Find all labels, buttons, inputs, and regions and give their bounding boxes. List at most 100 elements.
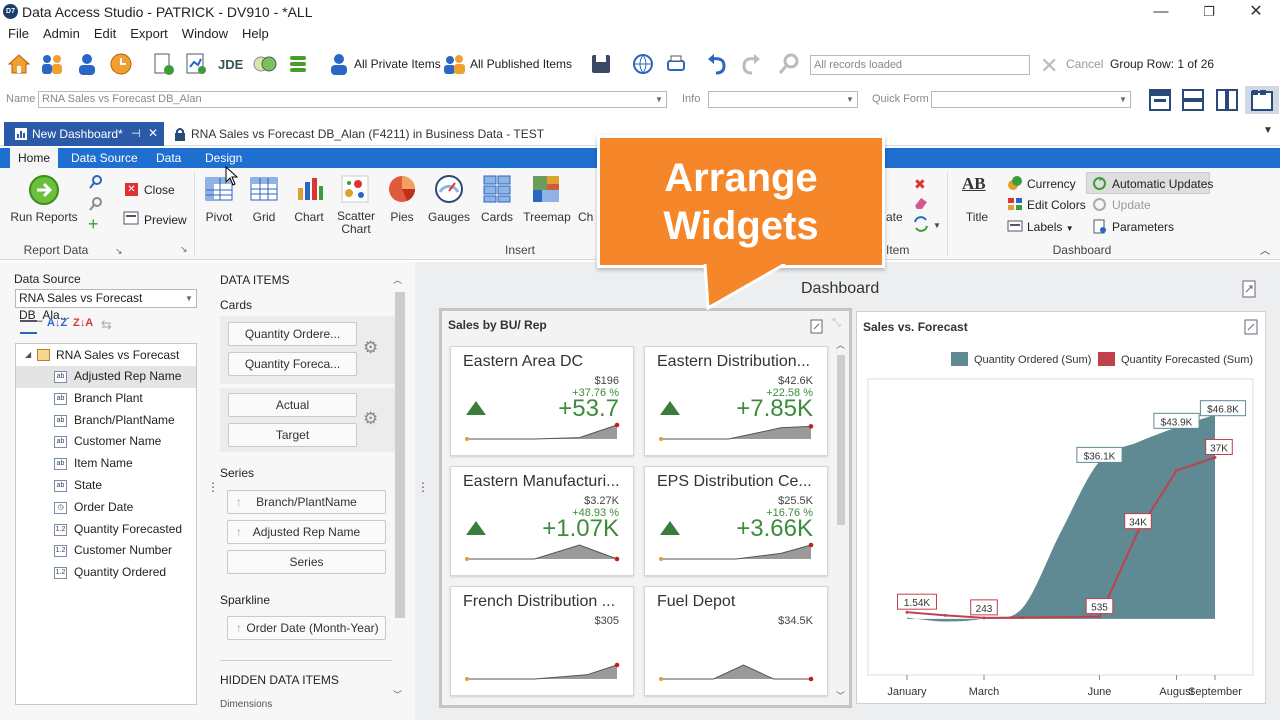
key-icon[interactable] bbox=[88, 175, 102, 189]
field-item[interactable]: ab Branch/PlantName bbox=[16, 410, 196, 432]
scrollbar-thumb[interactable] bbox=[395, 292, 405, 618]
field-item[interactable]: 1.2 Quantity Ordered bbox=[16, 562, 196, 584]
kpi-card[interactable]: EPS Distribution Ce... $25.5K +16.76 % +3.6… bbox=[644, 466, 828, 576]
print-icon[interactable] bbox=[663, 51, 689, 77]
kpi-card[interactable]: French Distribution ... $305 bbox=[450, 586, 634, 696]
tab-design[interactable]: Design bbox=[197, 148, 250, 168]
automatic-updates-button[interactable]: Automatic Updates bbox=[1112, 177, 1213, 191]
tab-data[interactable]: Data bbox=[148, 148, 189, 168]
collapse-ribbon-icon[interactable]: ︿ bbox=[1260, 242, 1270, 257]
layout-top-icon[interactable] bbox=[1147, 88, 1173, 112]
title-button[interactable]: Title bbox=[958, 210, 996, 224]
collapse-all-icon[interactable] bbox=[20, 320, 37, 334]
preview-button[interactable]: Preview bbox=[144, 213, 187, 227]
parameters-icon[interactable] bbox=[1092, 219, 1107, 234]
chart-widget[interactable]: Sales vs. Forecast $36.1K $43.9K $46.8K 1.5… bbox=[856, 311, 1266, 704]
currency-icon[interactable] bbox=[1007, 175, 1023, 191]
maximize-icon[interactable]: ⤡ bbox=[832, 317, 841, 330]
scatter-chart-icon[interactable] bbox=[340, 174, 370, 204]
data-items-scrollbar[interactable]: ︿ ﹀ bbox=[393, 275, 407, 701]
series-item-branch-plant[interactable]: ↑ Branch/PlantName bbox=[227, 490, 386, 514]
labels-icon[interactable] bbox=[1007, 219, 1023, 233]
treemap-icon[interactable] bbox=[531, 174, 561, 204]
parameters-button[interactable]: Parameters bbox=[1112, 220, 1174, 234]
pies-icon[interactable] bbox=[387, 174, 417, 204]
sort-icon[interactable]: ↑ bbox=[236, 617, 242, 639]
jde-icon[interactable]: JDE bbox=[218, 57, 243, 72]
menu-export[interactable]: Export bbox=[130, 24, 168, 44]
title-icon[interactable]: AB bbox=[962, 174, 986, 194]
treemap-button[interactable]: Treemap bbox=[522, 210, 572, 224]
user-icon[interactable] bbox=[74, 51, 100, 77]
export-icon[interactable] bbox=[1241, 280, 1257, 298]
cards-button[interactable]: Cards bbox=[474, 210, 520, 224]
menu-window[interactable]: Window bbox=[182, 24, 228, 44]
field-item[interactable]: 1.2 Customer Number bbox=[16, 540, 196, 562]
layout-vertical-icon[interactable] bbox=[1214, 88, 1240, 112]
actual-item[interactable]: Actual bbox=[228, 393, 357, 417]
sort-descending-icon[interactable]: Z↓A bbox=[73, 317, 93, 329]
all-private-items-button[interactable]: All Private Items bbox=[354, 57, 441, 71]
field-item[interactable]: ab Branch Plant bbox=[16, 388, 196, 410]
close-button[interactable]: Close bbox=[144, 183, 175, 197]
cards-widget[interactable]: Sales by BU/ Rep ⤡ ︿ ﹀ Eastern Area DC $1… bbox=[439, 308, 852, 708]
add-icon[interactable]: + bbox=[88, 215, 99, 233]
tabs-dropdown-icon[interactable]: ▼ bbox=[1263, 125, 1273, 136]
field-item[interactable]: ab Adjusted Rep Name bbox=[16, 366, 196, 388]
convert-icon[interactable] bbox=[912, 216, 930, 232]
expand-icon[interactable]: ↘ bbox=[180, 244, 188, 255]
series-item-series[interactable]: Series bbox=[227, 550, 386, 574]
chart-icon[interactable] bbox=[294, 174, 324, 204]
close-icon[interactable]: ✕ bbox=[125, 183, 138, 196]
toggle-icon[interactable] bbox=[252, 51, 278, 77]
automatic-updates-icon[interactable] bbox=[1092, 176, 1107, 191]
scroll-up-icon[interactable]: ︿ bbox=[393, 273, 402, 286]
close-window-button[interactable]: ✕ bbox=[1243, 2, 1269, 22]
field-item[interactable]: ab Item Name bbox=[16, 453, 196, 475]
new-report-icon[interactable] bbox=[150, 51, 176, 77]
edit-colors-icon[interactable] bbox=[1007, 197, 1023, 211]
kpi-card[interactable]: Eastern Area DC $196 +37.76 % +53.7 bbox=[450, 346, 634, 456]
menu-help[interactable]: Help bbox=[242, 24, 269, 44]
scroll-down-icon[interactable]: ﹀ bbox=[393, 688, 402, 701]
target-item[interactable]: Target bbox=[228, 423, 357, 447]
close-icon[interactable]: ✕ bbox=[148, 126, 158, 140]
gauges-button[interactable]: Gauges bbox=[424, 210, 474, 224]
chevron-down-icon[interactable]: ▼ bbox=[1117, 93, 1129, 106]
chart-button[interactable]: Chart bbox=[286, 210, 332, 224]
card-item-quantity-ordered[interactable]: Quantity Ordere... bbox=[228, 322, 357, 346]
splitter-handle-icon[interactable]: ⋮ bbox=[417, 480, 429, 494]
grid-icon[interactable] bbox=[249, 174, 279, 204]
published-users-icon[interactable] bbox=[442, 51, 468, 77]
gear-icon[interactable]: ⚙ bbox=[363, 409, 378, 429]
scrollbar-thumb[interactable] bbox=[837, 355, 845, 525]
delete-icon[interactable]: ✖ bbox=[914, 176, 926, 193]
pin-icon[interactable]: ⊣ bbox=[131, 127, 141, 140]
currency-button[interactable]: Currency bbox=[1027, 177, 1076, 191]
globe-icon[interactable] bbox=[630, 51, 656, 77]
edit-colors-button[interactable]: Edit Colors bbox=[1027, 198, 1086, 212]
menu-file[interactable]: File bbox=[8, 24, 29, 44]
labels-button[interactable]: Labels ▼ bbox=[1027, 220, 1074, 234]
info-field[interactable]: ▼ bbox=[708, 91, 858, 108]
chart-report-icon[interactable] bbox=[183, 51, 209, 77]
kpi-card[interactable]: Eastern Distribution... $42.6K +22.58 % +7.… bbox=[644, 346, 828, 456]
tab-new-dashboard[interactable]: New Dashboard* ⊣ ✕ bbox=[4, 122, 164, 146]
save-icon[interactable] bbox=[588, 51, 614, 77]
run-reports-icon[interactable] bbox=[28, 174, 60, 206]
clock-icon[interactable] bbox=[108, 51, 134, 77]
eraser-icon[interactable] bbox=[913, 196, 929, 210]
all-published-items-button[interactable]: All Published Items bbox=[470, 57, 572, 71]
menu-edit[interactable]: Edit bbox=[94, 24, 116, 44]
groups-icon[interactable] bbox=[39, 51, 65, 77]
scroll-up-icon[interactable]: ︿ bbox=[836, 338, 845, 351]
duplicate-button[interactable]: ate bbox=[886, 210, 903, 224]
cards-icon[interactable] bbox=[482, 174, 512, 204]
layout-tabs-icon[interactable] bbox=[1249, 88, 1275, 112]
sort-ascending-icon[interactable]: A↓Z bbox=[47, 317, 67, 329]
field-item[interactable]: ab State bbox=[16, 475, 196, 497]
chevron-down-icon[interactable]: ▼ bbox=[183, 292, 195, 305]
kpi-card[interactable]: Eastern Manufacturi... $3.27K +48.93 % +1.0… bbox=[450, 466, 634, 576]
tab-rna-sales[interactable]: RNA Sales vs Forecast DB_Alan (F4211) in… bbox=[191, 127, 544, 141]
field-root[interactable]: ◢ RNA Sales vs Forecast DB... bbox=[16, 344, 196, 384]
